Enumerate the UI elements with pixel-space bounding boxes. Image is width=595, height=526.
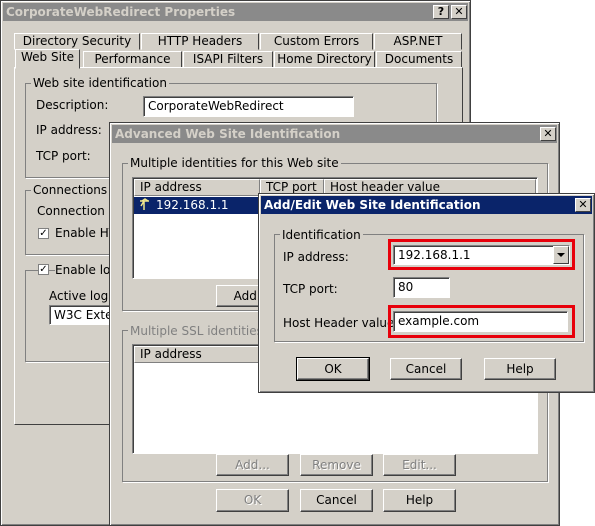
ok-button[interactable]: OK	[296, 357, 370, 381]
enable-http-checkbox[interactable]: ✓	[38, 228, 49, 239]
help-button[interactable]: Help	[484, 358, 556, 380]
properties-titlebar: CorporateWebRedirect Properties	[3, 3, 468, 21]
cancel-button[interactable]: Cancel	[390, 358, 462, 380]
ssl-column-ip-address[interactable]: IP address	[134, 346, 260, 363]
ip-highlight	[388, 239, 575, 270]
tcp-port-label: TCP port:	[36, 149, 91, 163]
table-row[interactable]: 192.168.1.1	[134, 197, 260, 214]
close-button[interactable]: ✕	[451, 5, 467, 19]
add-edit-close-button[interactable]: ✕	[575, 198, 591, 212]
advanced-titlebar: Advanced Web Site Identification	[112, 125, 557, 143]
tab-performance[interactable]: Performance	[83, 51, 182, 68]
row-ip-value: 192.168.1.1	[156, 198, 229, 212]
pin-icon	[139, 198, 151, 212]
add-edit-title: Add/Edit Web Site Identification	[264, 198, 481, 212]
advanced-ok-button[interactable]: OK	[216, 489, 289, 512]
multiple-identities-label: Multiple identities for this Web site	[128, 156, 341, 170]
tab-web-site[interactable]: Web Site	[15, 49, 80, 69]
connections-label: Connections	[31, 183, 110, 197]
web-site-identification-label: Web site identification	[31, 76, 169, 90]
host-header-highlight	[388, 305, 575, 338]
tab-custom-errors[interactable]: Custom Errors	[260, 33, 373, 50]
ssl-remove-button[interactable]: Remove	[300, 454, 373, 476]
add-edit-identification-dialog: Add/Edit Web Site Identification ✕ Ident…	[258, 193, 595, 393]
advanced-help-button[interactable]: Help	[383, 489, 456, 512]
tab-home-directory[interactable]: Home Directory	[274, 51, 375, 68]
column-ip-address[interactable]: IP address	[134, 179, 260, 196]
tab-directory-security[interactable]: Directory Security	[14, 33, 140, 50]
help-label: Help	[405, 493, 434, 507]
enable-logging-checkbox[interactable]: ✓	[38, 264, 49, 275]
tab-documents[interactable]: Documents	[376, 51, 462, 68]
description-label: Description:	[36, 98, 109, 112]
ssl-edit-button[interactable]: Edit...	[383, 454, 456, 476]
identification-label: Identification	[280, 228, 363, 242]
advanced-close-button[interactable]: ✕	[540, 127, 556, 141]
ssl-add-button[interactable]: Add...	[216, 454, 289, 476]
tab-http-headers[interactable]: HTTP Headers	[141, 33, 259, 50]
tab-isapi-filters[interactable]: ISAPI Filters	[183, 51, 273, 68]
add-edit-titlebar: Add/Edit Web Site Identification	[261, 196, 592, 214]
ip-address-label: IP address:	[283, 250, 349, 264]
tcp-port-field[interactable]: 80	[393, 277, 450, 298]
advanced-cancel-button[interactable]: Cancel	[300, 489, 373, 512]
tcp-port-label: TCP port:	[283, 282, 338, 296]
properties-title: CorporateWebRedirect Properties	[6, 5, 236, 19]
ip-address-label: IP address:	[36, 123, 102, 137]
host-header-label: Host Header value:	[283, 316, 399, 330]
advanced-title: Advanced Web Site Identification	[115, 127, 341, 141]
tab-aspnet[interactable]: ASP.NET	[374, 33, 462, 50]
help-button[interactable]: ?	[433, 5, 449, 19]
description-field[interactable]: CorporateWebRedirect	[143, 96, 354, 117]
